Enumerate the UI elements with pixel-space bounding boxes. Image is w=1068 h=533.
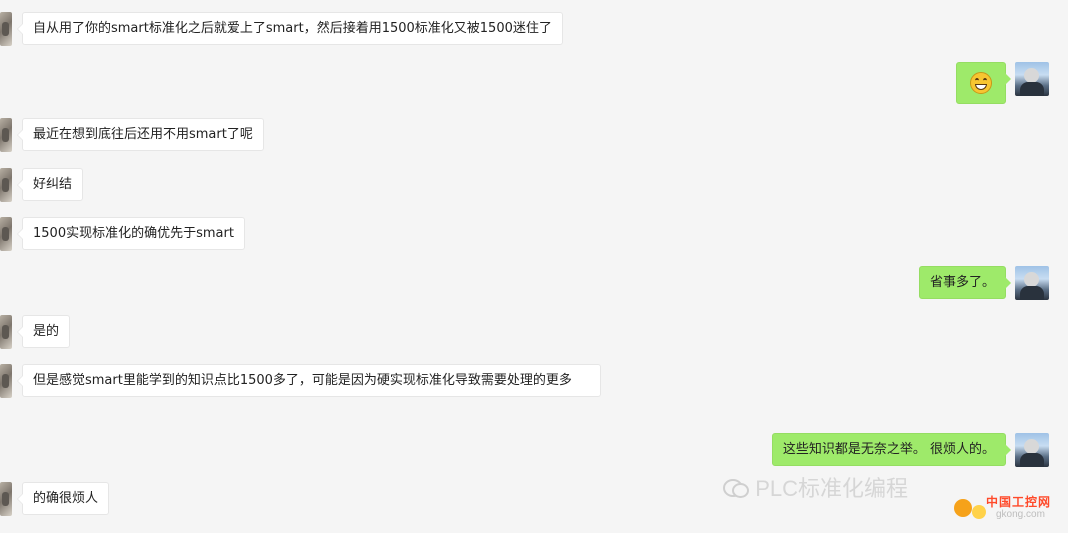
- grinning-face-icon: [970, 72, 992, 94]
- message-outgoing: 省事多了。: [918, 266, 1049, 300]
- message-incoming: 最近在想到底往后还用不用smart了呢: [0, 118, 264, 152]
- message-bubble[interactable]: [956, 62, 1011, 104]
- wechat-watermark: PLC标准化编程: [723, 471, 908, 503]
- contact-avatar[interactable]: [0, 315, 12, 349]
- message-bubble[interactable]: 的确很烦人: [16, 482, 110, 515]
- message-bubble[interactable]: 但是感觉smart里能学到的知识点比1500多了，可能是因为硬实现标准化导致需要…: [17, 364, 601, 397]
- message-outgoing: 这些知识都是无奈之举。 很烦人的。: [771, 433, 1049, 467]
- contact-avatar[interactable]: [0, 168, 12, 202]
- message-bubble[interactable]: 1500实现标准化的确优先于smart: [17, 217, 245, 250]
- message-incoming: 的确很烦人: [0, 482, 110, 516]
- gear-icon: [954, 499, 972, 517]
- contact-avatar[interactable]: [0, 482, 12, 516]
- wechat-icon: [723, 477, 750, 498]
- user-avatar[interactable]: [1015, 266, 1049, 300]
- message-bubble[interactable]: 最近在想到底往后还用不用smart了呢: [17, 118, 264, 151]
- message-bubble[interactable]: 省事多了。: [918, 266, 1012, 299]
- message-bubble[interactable]: 这些知识都是无奈之举。 很烦人的。: [771, 433, 1012, 466]
- message-outgoing: [956, 62, 1049, 104]
- watermark-text: PLC标准化编程: [755, 476, 908, 501]
- site-logo: 中国工控网 gkong.com: [950, 493, 1054, 523]
- message-bubble[interactable]: 自从用了你的smart标准化之后就爱上了smart，然后接着用1500标准化又被…: [17, 12, 563, 45]
- site-brand: 中国工控网: [986, 495, 1052, 509]
- user-avatar[interactable]: [1015, 62, 1049, 96]
- message-incoming: 好纠结: [0, 168, 84, 202]
- message-incoming: 是的: [0, 315, 71, 349]
- message-bubble[interactable]: 是的: [16, 315, 71, 348]
- contact-avatar[interactable]: [0, 364, 12, 398]
- contact-avatar[interactable]: [0, 118, 12, 152]
- contact-avatar[interactable]: [0, 12, 12, 46]
- message-incoming: 1500实现标准化的确优先于smart: [0, 217, 245, 251]
- chat-history: 自从用了你的smart标准化之后就爱上了smart，然后接着用1500标准化又被…: [0, 0, 1068, 533]
- message-bubble[interactable]: 好纠结: [16, 168, 84, 201]
- contact-avatar[interactable]: [0, 217, 12, 251]
- message-incoming: 但是感觉smart里能学到的知识点比1500多了，可能是因为硬实现标准化导致需要…: [0, 364, 601, 398]
- gear-icon: [972, 505, 986, 519]
- user-avatar[interactable]: [1015, 433, 1049, 467]
- message-incoming: 自从用了你的smart标准化之后就爱上了smart，然后接着用1500标准化又被…: [0, 12, 563, 46]
- site-url: gkong.com: [996, 509, 1045, 520]
